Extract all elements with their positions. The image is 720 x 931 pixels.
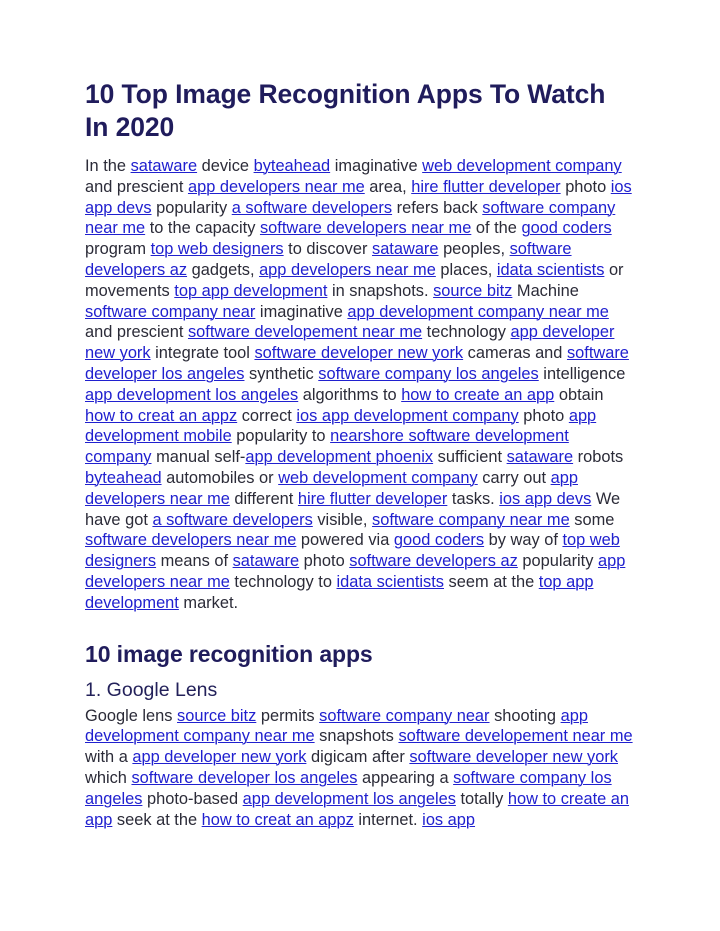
keyword-link[interactable]: app developers near me — [188, 178, 365, 196]
section-heading-image-recognition-apps: 10 image recognition apps — [85, 640, 373, 667]
keyword-link[interactable]: sataware — [372, 240, 439, 258]
keyword-link[interactable]: sataware — [131, 157, 198, 175]
keyword-link[interactable]: byteahead — [254, 157, 331, 175]
keyword-link[interactable]: software company near — [319, 707, 489, 725]
keyword-link[interactable]: ios app — [422, 811, 475, 829]
keyword-link[interactable]: app developer new york — [132, 748, 306, 766]
keyword-link[interactable]: how to create an app — [401, 386, 554, 404]
keyword-link[interactable]: software company near me — [372, 511, 570, 529]
keyword-link[interactable]: software developers az — [349, 552, 518, 570]
keyword-link[interactable]: idata scientists — [337, 573, 445, 591]
keyword-link[interactable]: how to creat an appz — [85, 407, 237, 425]
keyword-link[interactable]: software developement near me — [398, 727, 632, 745]
keyword-link[interactable]: app development los angeles — [85, 386, 298, 404]
google-lens-paragraph: Google lens source bitz permits software… — [85, 706, 633, 829]
subheading-google-lens: 1. Google Lens — [85, 678, 218, 701]
keyword-link[interactable]: software developer new york — [409, 748, 618, 766]
keyword-link[interactable]: ios app devs — [499, 490, 591, 508]
keyword-link[interactable]: sataware — [507, 448, 574, 466]
keyword-link[interactable]: app development los angeles — [243, 790, 456, 808]
keyword-link[interactable]: idata scientists — [497, 261, 605, 279]
keyword-link[interactable]: top app development — [174, 282, 327, 300]
keyword-link[interactable]: web development company — [422, 157, 622, 175]
keyword-link[interactable]: good coders — [394, 531, 484, 549]
keyword-link[interactable]: web development company — [278, 469, 478, 487]
keyword-link[interactable]: software developement near me — [188, 323, 422, 341]
keyword-link[interactable]: software developers near me — [85, 531, 296, 549]
keyword-link[interactable]: software developer new york — [254, 344, 463, 362]
keyword-link[interactable]: a software developers — [232, 199, 392, 217]
keyword-link[interactable]: hire flutter developer — [411, 178, 560, 196]
page-title: 10 Top Image Recognition Apps To Watch I… — [85, 79, 606, 142]
keyword-link[interactable]: a software developers — [152, 511, 312, 529]
keyword-link[interactable]: app development company near me — [347, 303, 609, 321]
keyword-link[interactable]: app development phoenix — [245, 448, 433, 466]
keyword-link[interactable]: sataware — [233, 552, 300, 570]
keyword-link[interactable]: top web designers — [151, 240, 284, 258]
keyword-link[interactable]: byteahead — [85, 469, 162, 487]
keyword-link[interactable]: software developers near me — [260, 219, 471, 237]
keyword-link[interactable]: ios app development company — [296, 407, 518, 425]
keyword-link[interactable]: good coders — [521, 219, 611, 237]
keyword-link[interactable]: app developers near me — [259, 261, 436, 279]
keyword-link[interactable]: software company near — [85, 303, 255, 321]
keyword-link[interactable]: source bitz — [433, 282, 512, 300]
keyword-link[interactable]: software company los angeles — [318, 365, 538, 383]
keyword-link[interactable]: hire flutter developer — [298, 490, 447, 508]
document-page: 10 Top Image Recognition Apps To Watch I… — [0, 0, 720, 931]
keyword-link[interactable]: software developer los angeles — [131, 769, 357, 787]
keyword-link[interactable]: how to creat an appz — [202, 811, 354, 829]
keyword-link[interactable]: source bitz — [177, 707, 256, 725]
intro-paragraph: In the sataware device byteahead imagina… — [85, 157, 632, 612]
